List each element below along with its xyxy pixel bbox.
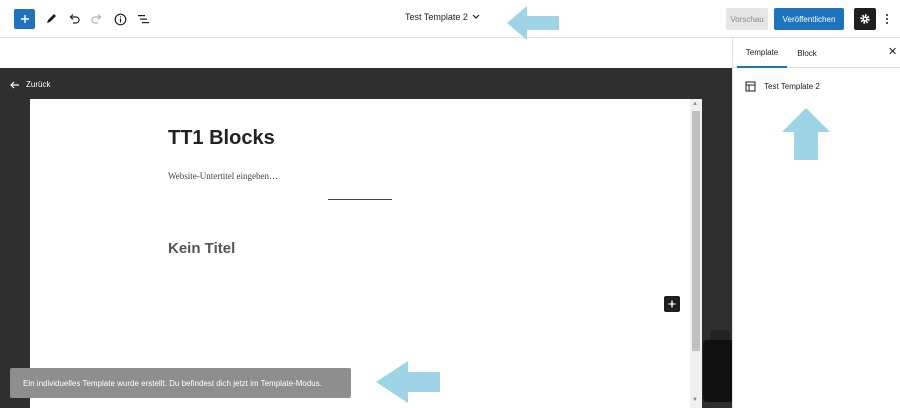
settings-button[interactable]	[854, 8, 876, 30]
preview-button[interactable]: Vorschau	[726, 8, 768, 30]
notice-snackbar[interactable]: Ein individuelles Template wurde erstell…	[10, 368, 351, 398]
plus-icon	[20, 15, 29, 23]
document-title: Test Template 2	[405, 12, 468, 22]
plus-icon	[668, 300, 676, 308]
more-menu-button[interactable]	[882, 10, 892, 28]
template-page: TT1 Blocks Website-Untertitel eingeben… …	[30, 99, 702, 408]
annotation-arrow-up-icon	[782, 108, 830, 160]
annotation-arrow-left-icon	[507, 6, 559, 40]
list-view-button[interactable]	[132, 8, 154, 30]
redo-icon	[91, 14, 102, 24]
site-title[interactable]: TT1 Blocks	[168, 127, 275, 150]
annotation-arrow-left-icon	[376, 361, 440, 403]
tab-template[interactable]: Template	[737, 38, 787, 68]
back-link[interactable]: Zurück	[10, 80, 50, 89]
document-title-dropdown[interactable]: Test Template 2	[405, 12, 480, 22]
list-view-icon	[137, 15, 149, 24]
info-icon	[114, 13, 126, 25]
post-title[interactable]: Kein Titel	[168, 240, 235, 257]
tab-block[interactable]: Block	[791, 38, 823, 68]
canvas-scrollbar[interactable]: ▲ ▼	[690, 99, 702, 408]
back-label: Zurück	[26, 80, 51, 89]
tools-button[interactable]	[40, 8, 62, 30]
canvas-header-strip	[0, 38, 732, 68]
scroll-down-arrow-icon[interactable]: ▼	[692, 397, 698, 403]
editor-app: Test Template 2 Vorschau Veröffentlichen	[0, 0, 900, 408]
undo-button[interactable]	[63, 8, 85, 30]
redo-button[interactable]	[86, 8, 108, 30]
undo-icon	[69, 14, 80, 24]
arrow-left-icon	[10, 81, 19, 88]
scroll-up-arrow-icon[interactable]: ▲	[692, 101, 698, 107]
more-vertical-icon	[886, 14, 888, 16]
sidebar-tabs: Template Block ✕	[733, 38, 900, 68]
gear-icon	[860, 14, 870, 24]
snackbar-message: Ein individuelles Template wurde erstell…	[23, 378, 322, 388]
separator-line	[328, 199, 392, 200]
block-inserter-button[interactable]	[14, 9, 35, 29]
close-icon[interactable]: ✕	[888, 47, 897, 58]
add-block-button[interactable]	[664, 296, 680, 312]
top-toolbar: Test Template 2 Vorschau Veröffentlichen	[0, 0, 900, 38]
settings-sidebar: Template Block ✕ Test Template 2	[732, 38, 900, 408]
scrollbar-thumb[interactable]	[692, 111, 700, 351]
template-info: Test Template 2	[745, 81, 820, 92]
layout-icon	[745, 81, 756, 92]
publish-button[interactable]: Veröffentlichen	[774, 8, 844, 30]
pencil-icon	[47, 14, 56, 23]
chevron-down-icon	[472, 14, 480, 19]
template-name: Test Template 2	[764, 82, 820, 91]
details-button[interactable]	[109, 8, 131, 30]
site-tagline[interactable]: Website-Untertitel eingeben…	[168, 171, 278, 181]
